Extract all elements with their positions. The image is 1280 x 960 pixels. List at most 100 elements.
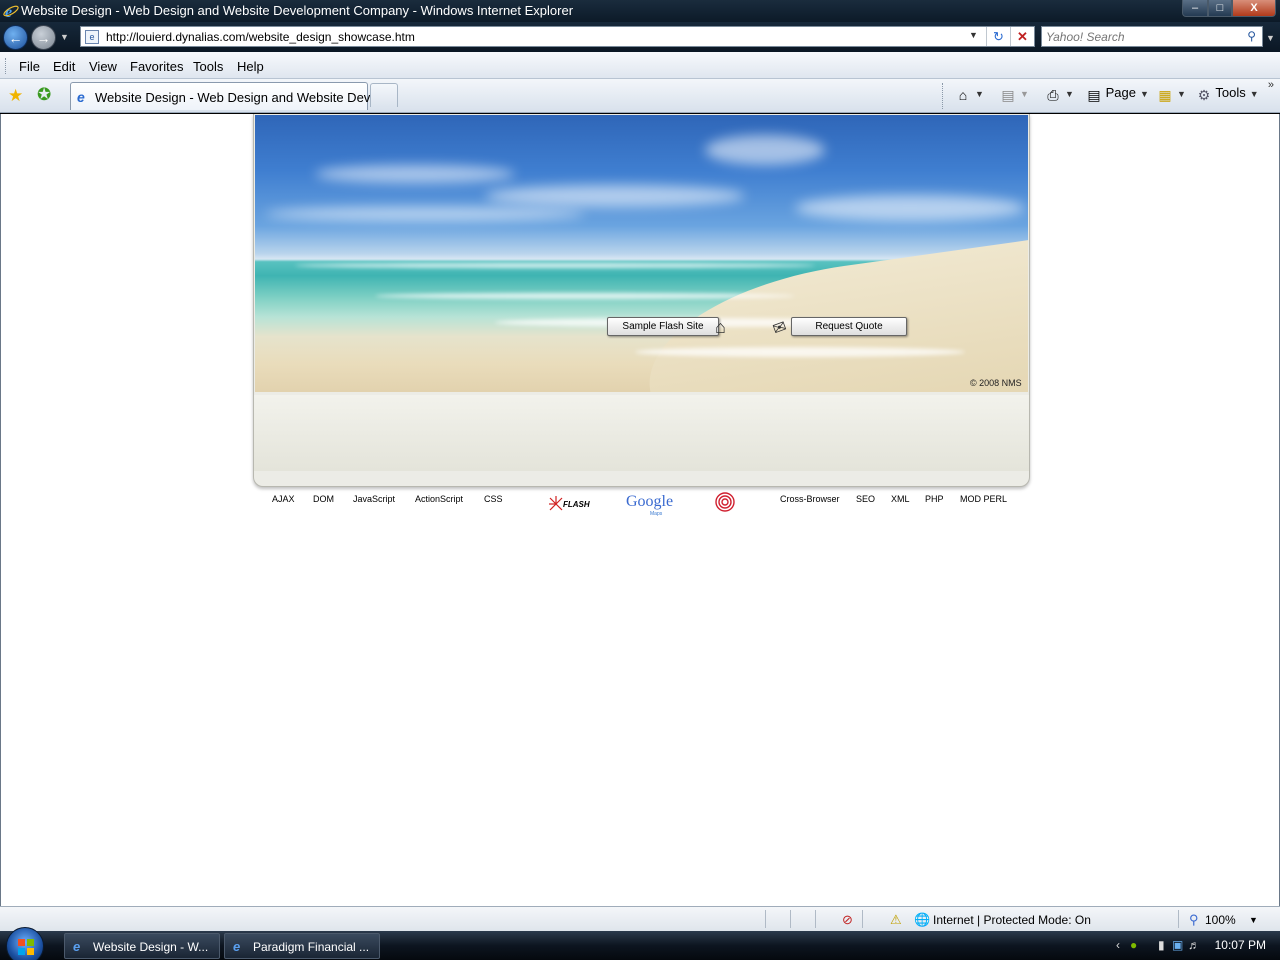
tech-mod-perl: MOD PERL [960,494,1008,504]
print-icon: ⎙ [1047,87,1059,103]
new-tab-button[interactable] [370,83,398,107]
rss-feed-icon: ▤ [1001,87,1015,103]
status-bar: ⊘ ⚠ 🌐 Internet | Protected Mode: On ⚲ 10… [0,906,1280,931]
search-options-dropdown[interactable]: ▼ [1266,33,1275,43]
request-quote-button[interactable]: Request Quote [791,317,907,336]
tech-actionscript: ActionScript [415,494,464,504]
tech-php: PHP [925,494,944,504]
close-icon: X [1250,2,1258,14]
tech-dom: DOM [313,494,334,504]
zoom-level[interactable]: 100% [1205,913,1236,927]
address-dropdown-icon[interactable]: ▼ [969,30,978,40]
zoom-icon[interactable]: ⚲ [1189,912,1199,928]
internet-explorer-icon: e [3,4,19,19]
sample-flash-site-label: Sample Flash Site [622,321,704,332]
device-icon[interactable]: ▮ [1158,938,1165,952]
window-title: Website Design - Web Design and Website … [21,3,574,18]
forward-arrow-icon: → [36,29,51,46]
search-input[interactable] [1046,29,1236,44]
favorites-star-icon[interactable]: ★ [8,86,23,106]
svg-text:FLASH: FLASH [563,500,590,509]
safety-icon: ▦ [1158,87,1172,103]
add-favorites-icon[interactable]: ✪ [37,85,51,105]
search-box[interactable]: ⚲ [1041,26,1263,47]
beach-hero-image: © 2008 NMS [255,115,1028,392]
address-bar[interactable]: e http://louierd.dynalias.com/website_de… [80,26,1035,47]
tech-cross-browser: Cross-Browser [780,494,840,504]
refresh-button[interactable]: ↻ [986,27,1010,46]
popup-blocker-icon[interactable]: ⊘ [842,912,853,928]
menu-edit[interactable]: Edit [53,59,75,74]
maximize-button[interactable]: □ [1208,0,1232,17]
home-button[interactable]: ⌂ ▼ [955,85,984,103]
update-icon[interactable]: ● [1130,938,1137,952]
menu-tools[interactable]: Tools [193,59,223,74]
gear-icon: ⚙ [1197,87,1211,103]
swirl-logo [715,492,735,512]
menu-file[interactable]: File [19,59,40,74]
google-maps-sublabel: Maps [650,511,663,517]
page-menu-label: Page [1105,85,1136,100]
back-button[interactable]: ← [3,25,28,50]
taskbar-item-label: Website Design - W... [93,940,209,954]
request-quote-label: Request Quote [815,321,883,332]
google-logo-text: Google [626,493,674,510]
security-zone-text[interactable]: Internet | Protected Mode: On [933,913,1091,927]
tab-bar: ★ ✪ e Website Design - Web Design and We… [0,79,1280,113]
page-icon: ▤ [1087,87,1101,103]
technology-bar: AJAX DOM JavaScript ActionScript CSS FLA… [253,492,1030,522]
windows-logo-icon [18,939,34,955]
stop-button[interactable]: ✕ [1010,27,1034,46]
taskbar: e Website Design - W... e Paradigm Finan… [0,927,1280,960]
start-button[interactable] [6,927,44,960]
menu-help[interactable]: Help [237,59,264,74]
flash-logo: FLASH [549,496,590,511]
tab-label: Website Design - Web Design and Website … [95,90,392,105]
zoom-dropdown-icon[interactable]: ▼ [1249,915,1258,925]
search-icon[interactable]: ⚲ [1247,29,1256,43]
minimize-button[interactable]: – [1182,0,1208,17]
page-content: © 2008 NMS Sample Flash Site ⌂ ✉ Request… [0,114,1280,906]
forward-button[interactable]: → [31,25,56,50]
house-icon[interactable]: ⌂ [715,317,726,338]
toolbar-grip [5,58,8,74]
taskbar-item-paradigm[interactable]: e Paradigm Financial ... [224,933,380,959]
ie-task-icon: e [73,939,81,954]
clock[interactable]: 10:07 PM [1215,938,1266,952]
tech-css: CSS [484,494,503,504]
close-button[interactable]: X [1232,0,1276,17]
site-container: © 2008 NMS [253,114,1030,487]
back-arrow-icon: ← [8,29,23,46]
menu-view[interactable]: View [89,59,117,74]
recent-pages-dropdown[interactable]: ▼ [60,32,69,42]
security-status-icon[interactable]: ⚠ [890,912,902,928]
copyright-text: © 2008 NMS [970,378,1022,388]
taskbar-item-website-design[interactable]: e Website Design - W... [64,933,220,959]
tools-menu-button[interactable]: ⚙ Tools ▼ [1196,85,1259,103]
tab-ie-icon: e [77,89,85,105]
tech-javascript: JavaScript [353,494,396,504]
navigation-bar: ← → ▼ e http://louierd.dynalias.com/webs… [0,22,1280,52]
tech-xml: XML [891,494,910,504]
print-button[interactable]: ⎙ ▼ [1045,85,1074,103]
thumbnail-strip [254,395,1029,471]
feeds-button[interactable]: ▤ ▼ [1000,85,1029,103]
address-url[interactable]: http://louierd.dynalias.com/website_desi… [106,30,415,44]
menu-bar: File Edit View Favorites Tools Help [0,52,1280,79]
volume-icon[interactable]: ♬ [1188,938,1200,952]
network-icon[interactable]: ▣ [1172,938,1183,952]
show-hidden-icons[interactable]: ‹ [1116,938,1120,952]
safety-button[interactable]: ▦ ▼ [1157,85,1186,103]
tech-seo: SEO [856,494,876,504]
window-titlebar[interactable]: e Website Design - Web Design and Websit… [0,0,1280,22]
system-tray: ‹ ● ▮ ▣ ♬ 10:07 PM [1108,931,1280,960]
menu-favorites[interactable]: Favorites [130,59,183,74]
page-menu-button[interactable]: ▤ Page ▼ [1086,85,1149,103]
sample-flash-site-button[interactable]: Sample Flash Site [607,317,719,336]
chevron-more-icon[interactable]: » [1268,79,1274,91]
ie-task-icon: e [233,939,241,954]
google-maps-logo: Google [626,493,673,511]
tab-website-design[interactable]: e Website Design - Web Design and Websit… [70,82,391,110]
home-icon: ⌂ [958,87,968,103]
internet-zone-icon: 🌐 [914,912,931,927]
